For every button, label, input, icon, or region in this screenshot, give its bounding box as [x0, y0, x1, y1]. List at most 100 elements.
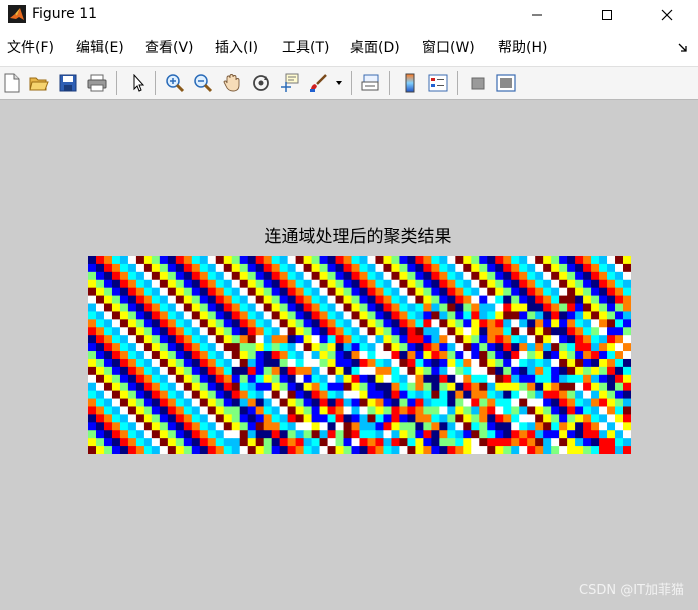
cluster-pixel: [535, 430, 544, 439]
cluster-pixel: [287, 382, 297, 392]
cluster-pixel: [351, 422, 361, 431]
open-file-button[interactable]: [27, 72, 51, 94]
menu-insert[interactable]: 插入(I): [215, 39, 258, 57]
cluster-pixel: [375, 406, 385, 415]
menu-tools[interactable]: 工具(T): [282, 39, 329, 57]
cluster-pixel: [95, 256, 105, 265]
dock-arrow-icon[interactable]: [678, 42, 688, 56]
cluster-pixel: [151, 374, 161, 384]
cluster-pixel: [159, 358, 169, 368]
menu-window[interactable]: 窗口(W): [422, 39, 475, 57]
cluster-pixel: [103, 406, 113, 415]
cluster-pixel: [535, 398, 544, 408]
cluster-pixel: [231, 374, 241, 384]
cluster-pixel: [231, 351, 241, 360]
cluster-pixel: [607, 343, 616, 352]
cluster-pixel: [471, 422, 480, 431]
cluster-pixel: [119, 279, 129, 289]
cluster-pixel: [439, 263, 448, 273]
cluster-pixel: [415, 271, 424, 281]
cluster-pixel: [407, 279, 416, 289]
minimize-button[interactable]: [514, 0, 560, 30]
brush-button[interactable]: [306, 72, 330, 94]
cluster-pixel: [343, 430, 353, 439]
menu-edit[interactable]: 编辑(E): [76, 39, 124, 57]
pointer-button[interactable]: [126, 72, 150, 94]
cluster-pixel: [439, 351, 448, 360]
cluster-pixel: [511, 287, 520, 297]
cluster-pixel: [567, 446, 576, 454]
cluster-pixel: [367, 319, 377, 328]
pointer-icon: [133, 74, 145, 92]
cluster-pixel: [183, 303, 193, 313]
cluster-pixel: [511, 343, 520, 352]
cluster-pixel: [415, 287, 424, 297]
cluster-pixel: [223, 398, 233, 408]
new-figure-button[interactable]: [0, 72, 24, 94]
show-plot-tools-button[interactable]: [494, 72, 518, 94]
data-cursor-button[interactable]: [278, 72, 302, 94]
cluster-pixel: [287, 438, 297, 447]
cluster-pixel: [159, 327, 169, 336]
cluster-pixel: [327, 303, 337, 313]
cluster-pixel: [439, 311, 448, 320]
cluster-pixel: [615, 430, 624, 439]
cluster-pixel: [311, 263, 321, 273]
cluster-pixel: [511, 319, 520, 328]
cluster-pixel: [343, 295, 353, 305]
pan-button[interactable]: [220, 72, 244, 94]
cluster-pixel: [95, 335, 105, 344]
title-bar[interactable]: Figure 11: [0, 0, 698, 30]
cluster-pixel: [567, 256, 576, 265]
legend-button[interactable]: [426, 72, 450, 94]
cluster-pixel: [567, 414, 576, 423]
cluster-pixel: [231, 287, 241, 297]
cluster-pixel: [279, 438, 289, 447]
print-button[interactable]: [85, 72, 109, 94]
cluster-pixel: [391, 446, 401, 454]
cluster-pixel: [199, 343, 209, 352]
menu-desktop[interactable]: 桌面(D): [350, 39, 400, 57]
menu-view[interactable]: 查看(V): [145, 39, 194, 57]
cluster-pixel: [535, 256, 544, 265]
cluster-pixel: [143, 335, 153, 344]
colorbar-button[interactable]: [398, 72, 422, 94]
zoom-out-button[interactable]: [191, 72, 215, 94]
close-button[interactable]: [644, 0, 690, 30]
cluster-pixel: [207, 398, 217, 408]
cluster-pixel: [303, 438, 313, 447]
cluster-pixel: [583, 374, 592, 384]
cluster-pixel: [279, 311, 289, 320]
cluster-pixel: [295, 422, 305, 431]
menu-help[interactable]: 帮助(H): [498, 39, 547, 57]
save-button[interactable]: [56, 72, 80, 94]
brush-dropdown-button[interactable]: [332, 72, 346, 94]
zoom-in-button[interactable]: [163, 72, 187, 94]
hide-plot-tools-button[interactable]: [466, 72, 490, 94]
cluster-pixel: [335, 271, 345, 281]
cluster-pixel: [167, 319, 177, 328]
maximize-button[interactable]: [584, 0, 630, 30]
cluster-pixel: [479, 422, 488, 431]
cluster-pixel: [247, 256, 257, 265]
cluster-pixel: [567, 374, 576, 384]
cluster-pixel: [527, 311, 536, 320]
cluster-pixel: [343, 351, 353, 360]
cluster-pixel: [119, 343, 129, 352]
cluster-pixel: [439, 438, 448, 447]
cluster-pixel: [551, 279, 560, 289]
cluster-pixel: [327, 287, 337, 297]
cluster-pixel: [575, 438, 584, 447]
cluster-pixel: [527, 335, 536, 344]
cluster-pixel: [423, 390, 432, 400]
cluster-pixel: [367, 295, 377, 305]
cluster-pixel: [351, 303, 361, 313]
cluster-pixel: [479, 406, 488, 415]
cluster-pixel: [567, 422, 576, 431]
cluster-pixel: [407, 295, 416, 305]
cluster-pixel: [551, 319, 560, 328]
link-plot-button[interactable]: [359, 72, 383, 94]
rotate-3d-button[interactable]: [249, 72, 273, 94]
menu-file[interactable]: 文件(F): [7, 39, 54, 57]
cluster-pixel: [279, 382, 289, 392]
